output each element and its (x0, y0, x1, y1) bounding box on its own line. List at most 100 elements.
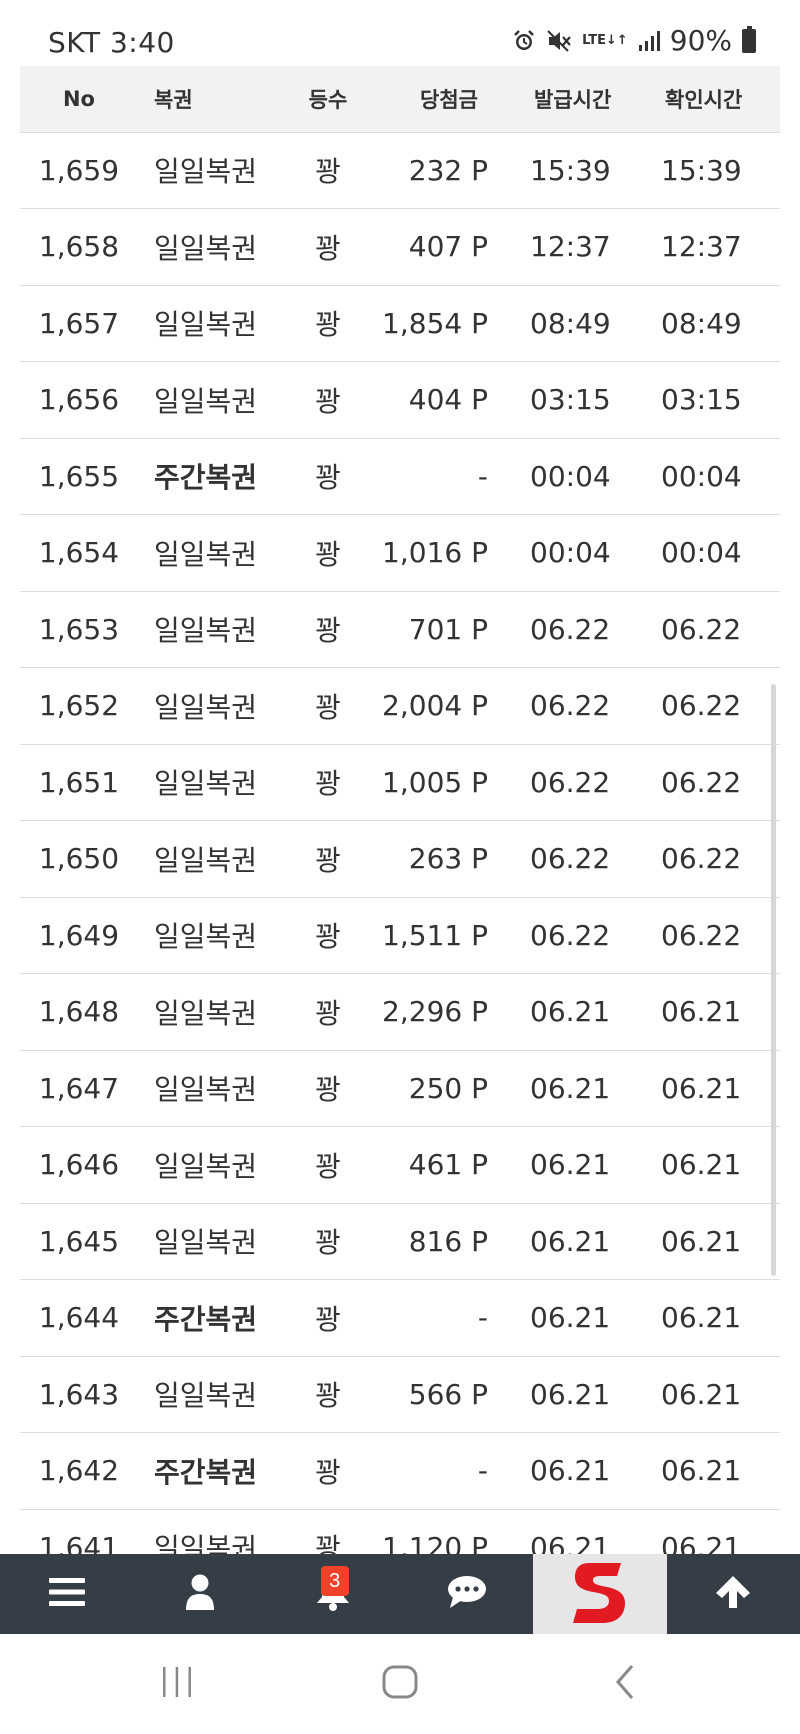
row-prize: 407 P (378, 208, 518, 286)
row-rank: 꽝 (278, 820, 378, 898)
signal-icon (638, 30, 660, 52)
battery-percent: 90% (669, 24, 732, 57)
chat-button[interactable] (400, 1554, 533, 1634)
header-type: 복권 (138, 66, 278, 133)
row-lottery-type: 일일복권 (138, 1203, 278, 1280)
table-row[interactable]: 1,648 일일복권 꽝 2,296 P 06.21 06.21 (20, 973, 780, 1051)
row-prize: 1,005 P (378, 744, 518, 821)
row-no: 1,655 (20, 438, 138, 515)
chat-icon (447, 1575, 487, 1613)
row-check-time: 06.21 (649, 1050, 780, 1127)
table-row[interactable]: 1,654 일일복권 꽝 1,016 P 00:04 00:04 (20, 514, 780, 592)
scroll-top-button[interactable] (667, 1554, 800, 1634)
table-row[interactable]: 1,655 주간복권 꽝 -00:04 00:04 (20, 438, 780, 515)
row-issue-time: 00:04 (518, 438, 649, 515)
scrollbar[interactable] (771, 684, 776, 1276)
row-no: 1,652 (20, 667, 138, 745)
row-issue-time: 06.22 (518, 744, 649, 821)
row-no: 1,647 (20, 1050, 138, 1127)
row-issue-time: 06.21 (518, 1050, 649, 1127)
row-issue-time: 15:39 (518, 132, 649, 209)
row-rank: 꽝 (278, 208, 378, 286)
row-check-time: 06.21 (649, 1356, 780, 1433)
row-prize: 2,296 P (378, 973, 518, 1051)
profile-button[interactable] (133, 1554, 266, 1634)
row-rank: 꽝 (278, 285, 378, 362)
row-prize: 701 P (378, 591, 518, 668)
row-rank: 꽝 (278, 897, 378, 974)
row-check-time: 06.21 (649, 1126, 780, 1204)
alarm-icon (512, 29, 536, 53)
recents-button[interactable] (147, 1664, 207, 1704)
menu-button[interactable] (0, 1554, 133, 1634)
table-row[interactable]: 1,644 주간복권 꽝 -06.21 06.21 (20, 1279, 780, 1357)
row-rank: 꽝 (278, 1126, 378, 1204)
table-row[interactable]: 1,658 일일복권 꽝 407 P 12:37 12:37 (20, 208, 780, 286)
back-button[interactable] (595, 1664, 655, 1704)
row-prize: - (378, 1432, 518, 1510)
row-issue-time: 08:49 (518, 285, 649, 362)
table-row[interactable]: 1,642 주간복권 꽝 -06.21 06.21 (20, 1432, 780, 1510)
table-row[interactable]: 1,653 일일복권 꽝 701 P 06.22 06.22 (20, 591, 780, 668)
site-logo (569, 1557, 631, 1631)
row-lottery-type: 주간복권 (138, 438, 278, 515)
table-row[interactable]: 1,641 일일복권 꽝 1,120 P 06.21 06.21 (20, 1509, 780, 1554)
row-prize: 263 P (378, 820, 518, 898)
row-check-time: 06.22 (649, 591, 780, 668)
row-no: 1,653 (20, 591, 138, 668)
row-issue-time: 06.22 (518, 897, 649, 974)
site-logo-button[interactable] (533, 1554, 667, 1634)
recents-icon (160, 1666, 194, 1702)
lte-label: LTE (582, 32, 606, 48)
row-no: 1,649 (20, 897, 138, 974)
row-rank: 꽝 (278, 514, 378, 592)
row-rank: 꽝 (278, 744, 378, 821)
table-row[interactable]: 1,650 일일복권 꽝 263 P 06.22 06.22 (20, 820, 780, 898)
row-issue-time: 06.21 (518, 1279, 649, 1357)
row-prize: 1,511 P (378, 897, 518, 974)
row-lottery-type: 일일복권 (138, 591, 278, 668)
table-row[interactable]: 1,645 일일복권 꽝 816 P 06.21 06.21 (20, 1203, 780, 1280)
lottery-history-table[interactable]: No 복권 등수 당첨금 발급시간 확인시간 1,659 일일복권 꽝 232 P 15… (20, 66, 780, 1554)
carrier-time: SKT 3:40 (48, 26, 175, 59)
row-lottery-type: 일일복권 (138, 285, 278, 362)
table-row[interactable]: 1,652 일일복권 꽝 2,004 P 06.22 06.22 (20, 667, 780, 745)
row-lottery-type: 일일복권 (138, 820, 278, 898)
row-lottery-type: 일일복권 (138, 132, 278, 209)
row-check-time: 06.21 (649, 1432, 780, 1510)
table-row[interactable]: 1,649 일일복권 꽝 1,511 P 06.22 06.22 (20, 897, 780, 974)
row-check-time: 08:49 (649, 285, 780, 362)
table-row[interactable]: 1,643 일일복권 꽝 566 P 06.21 06.21 (20, 1356, 780, 1433)
row-lottery-type: 일일복권 (138, 208, 278, 286)
row-check-time: 06.22 (649, 744, 780, 821)
row-rank: 꽝 (278, 1356, 378, 1433)
row-rank: 꽝 (278, 667, 378, 745)
row-lottery-type: 일일복권 (138, 1126, 278, 1204)
table-row[interactable]: 1,657 일일복권 꽝 1,854 P 08:49 08:49 (20, 285, 780, 362)
table-row[interactable]: 1,646 일일복권 꽝 461 P 06.21 06.21 (20, 1126, 780, 1204)
row-no: 1,646 (20, 1126, 138, 1204)
row-no: 1,648 (20, 973, 138, 1051)
row-check-time: 12:37 (649, 208, 780, 286)
table-row[interactable]: 1,651 일일복권 꽝 1,005 P 06.22 06.22 (20, 744, 780, 821)
row-issue-time: 06.21 (518, 1356, 649, 1433)
row-prize: 2,004 P (378, 667, 518, 745)
table-row[interactable]: 1,647 일일복권 꽝 250 P 06.21 06.21 (20, 1050, 780, 1127)
row-prize: 461 P (378, 1126, 518, 1204)
notifications-button[interactable]: 3 (267, 1554, 400, 1634)
home-icon (382, 1665, 418, 1703)
row-check-time: 15:39 (649, 132, 780, 209)
home-button[interactable] (370, 1664, 430, 1704)
row-prize: 1,120 P (378, 1509, 518, 1554)
row-no: 1,644 (20, 1279, 138, 1357)
table-row[interactable]: 1,656 일일복권 꽝 404 P 03:15 03:15 (20, 361, 780, 439)
row-no: 1,645 (20, 1203, 138, 1280)
row-rank: 꽝 (278, 973, 378, 1051)
row-no: 1,658 (20, 208, 138, 286)
user-icon (185, 1574, 215, 1614)
row-prize: 1,016 P (378, 514, 518, 592)
table-row[interactable]: 1,659 일일복권 꽝 232 P 15:39 15:39 (20, 132, 780, 209)
row-check-time: 06.22 (649, 820, 780, 898)
row-prize: - (378, 438, 518, 515)
lte-arrows: ↓↑ (605, 32, 628, 48)
